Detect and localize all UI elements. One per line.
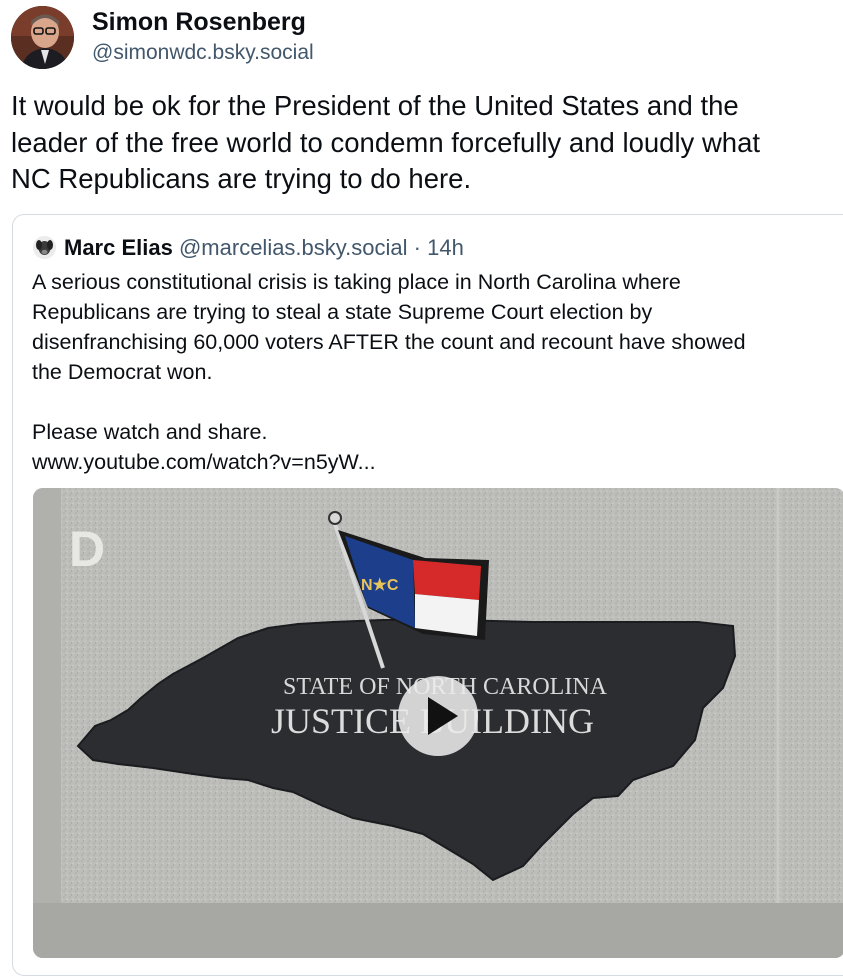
author-handle[interactable]: @simonwdc.bsky.social xyxy=(92,41,314,65)
quoted-text-line: Republicans are trying to steal a state … xyxy=(32,300,653,324)
post-text-line: NC Republicans are trying to do here. xyxy=(11,163,472,194)
post-text-line: It would be ok for the President of the … xyxy=(11,90,739,121)
quoted-text-line: the Democrat won. xyxy=(32,360,213,384)
post-timestamp[interactable]: 14h xyxy=(427,235,464,260)
quoted-post-header: Marc Elias @marcelias.bsky.social · 14h xyxy=(64,235,464,261)
quoted-text-line xyxy=(32,387,842,417)
quoted-post-card[interactable]: Marc Elias @marcelias.bsky.social · 14h … xyxy=(12,214,843,976)
video-link[interactable]: www.youtube.com/watch?v=n5yW... xyxy=(32,447,842,477)
flag-text: N★C xyxy=(361,577,399,594)
quoted-author-name[interactable]: Marc Elias xyxy=(64,235,173,260)
quoted-text-line: A serious constitutional crisis is takin… xyxy=(32,270,681,294)
author-name[interactable]: Simon Rosenberg xyxy=(92,8,306,37)
quoted-author-handle[interactable]: @marcelias.bsky.social xyxy=(179,235,408,260)
dog-avatar-icon xyxy=(33,236,56,259)
channel-watermark: D xyxy=(69,521,105,577)
quoted-post-text: A serious constitutional crisis is takin… xyxy=(32,267,842,477)
quoted-text-line: Please watch and share. xyxy=(32,420,268,444)
quoted-author-avatar[interactable] xyxy=(33,236,56,259)
post-text-line: leader of the free world to condemn forc… xyxy=(11,126,761,158)
post-text: It would be ok for the President of the … xyxy=(11,88,836,198)
author-avatar-image xyxy=(11,6,74,69)
video-embed[interactable]: D N★C STATE OF NORTH CAROLINA JUSTICE BU… xyxy=(33,488,843,958)
author-avatar[interactable] xyxy=(11,6,74,69)
quoted-text-line: disenfranchising 60,000 voters AFTER the… xyxy=(32,330,746,354)
meta-separator: · xyxy=(413,235,421,260)
play-button-icon[interactable] xyxy=(398,676,478,756)
